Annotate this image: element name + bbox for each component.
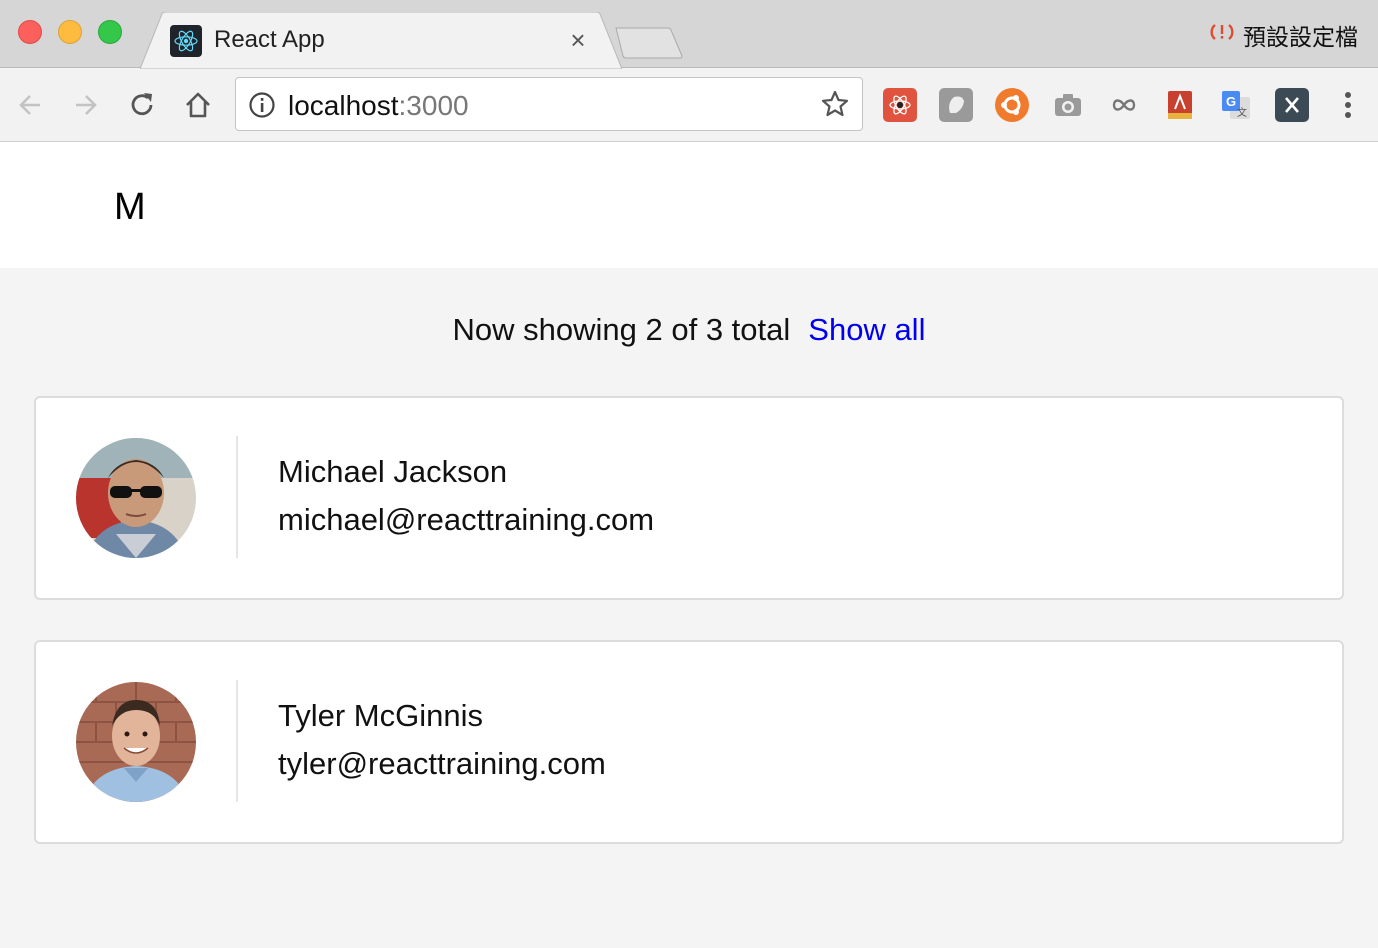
arrow-left-icon: [19, 95, 40, 115]
contact-card[interactable]: Tyler McGinnis tyler@reacttraining.com: [34, 640, 1344, 844]
tab-close-icon[interactable]: ×: [564, 26, 592, 54]
browser-tab-active[interactable]: React App ×: [140, 12, 622, 69]
sync-error-icon: [1209, 20, 1235, 50]
show-all-link[interactable]: Show all: [808, 312, 925, 347]
contact-name: Michael Jackson: [278, 454, 508, 489]
profile-label: 預設設定檔: [1243, 25, 1358, 51]
url-text[interactable]: localhost:3000: [288, 90, 469, 122]
contact-email: michael@reacttraining.com: [278, 502, 655, 537]
infinity-link-icon[interactable]: [1107, 88, 1141, 122]
profile-button[interactable]: 預設設定檔: [1209, 18, 1358, 52]
react-devtools-extension-icon[interactable]: [883, 88, 917, 122]
new-tab-button[interactable]: [612, 26, 684, 60]
back-button[interactable]: [12, 87, 48, 123]
x-extension-icon[interactable]: [1275, 88, 1309, 122]
svg-text:G: G: [1226, 94, 1236, 109]
results-count-text: Now showing 2 of 3 total: [452, 312, 791, 347]
ghostery-extension-icon[interactable]: [939, 88, 973, 122]
avatar: [76, 682, 196, 802]
close-window-button[interactable]: [18, 20, 42, 44]
address-bar[interactable]: localhost:3000: [235, 77, 863, 131]
card-divider: [236, 680, 238, 802]
tab-title: React App: [214, 26, 325, 53]
forward-button[interactable]: [68, 87, 104, 123]
app-header: M: [0, 142, 1378, 268]
info-icon[interactable]: [248, 91, 276, 119]
reload-button[interactable]: [124, 87, 160, 123]
arrow-right-icon: [76, 95, 97, 115]
reload-icon: [131, 93, 153, 116]
app-logo[interactable]: M: [114, 186, 146, 229]
pdf-reader-icon[interactable]: [1163, 88, 1197, 122]
ubuntu-extension-icon[interactable]: [995, 88, 1029, 122]
react-logo-icon: [170, 25, 202, 57]
google-translate-icon[interactable]: G 文: [1219, 88, 1253, 122]
browser-titlebar: React App × 預設設定檔: [0, 0, 1378, 69]
contact-name: Tyler McGinnis: [278, 698, 483, 733]
bookmark-star-icon[interactable]: [820, 89, 850, 119]
browser-toolbar: localhost:3000 G 文: [0, 69, 1378, 142]
avatar: [76, 438, 196, 558]
more-vertical-icon[interactable]: [1336, 89, 1360, 121]
card-divider: [236, 436, 238, 558]
page-content: M Now showing 2 of 3 total Show all Micha…: [0, 142, 1378, 948]
maximize-window-button[interactable]: [98, 20, 122, 44]
results-summary: Now showing 2 of 3 total Show all: [0, 312, 1378, 348]
url-port: :3000: [398, 90, 469, 121]
contact-card[interactable]: Michael Jackson michael@reacttraining.co…: [34, 396, 1344, 600]
home-button[interactable]: [180, 87, 216, 123]
camera-icon[interactable]: [1051, 88, 1085, 122]
contact-email: tyler@reacttraining.com: [278, 746, 606, 781]
minimize-window-button[interactable]: [58, 20, 82, 44]
url-host: localhost: [288, 90, 399, 121]
svg-text:文: 文: [1237, 106, 1247, 119]
home-icon: [186, 92, 210, 118]
